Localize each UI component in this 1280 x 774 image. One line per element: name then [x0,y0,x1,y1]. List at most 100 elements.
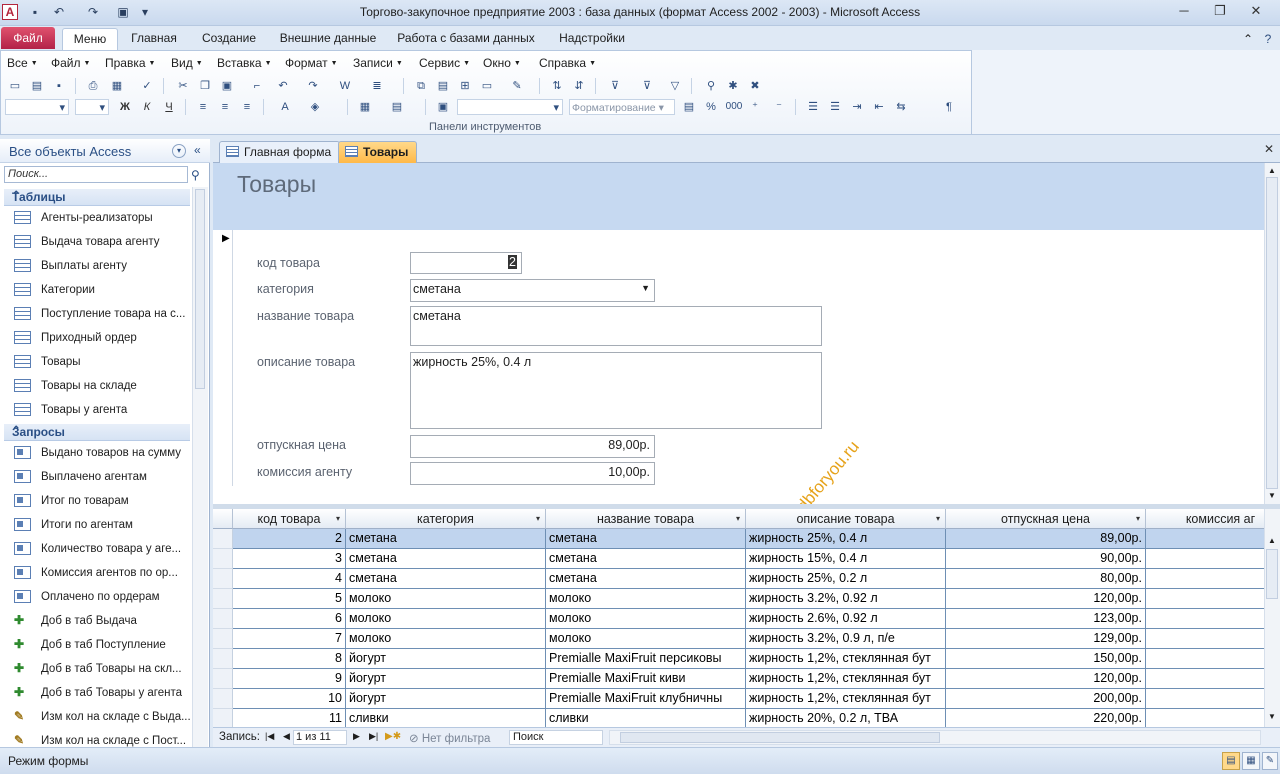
row-selector[interactable] [213,669,233,689]
scroll-up-icon[interactable]: ▲ [1268,536,1276,545]
column-header[interactable]: код товара ▾ [233,509,346,529]
table-cell[interactable]: молоко [546,609,746,629]
collapse-icon[interactable]: ⌃ [12,190,182,201]
nav-section-tables[interactable]: Таблицы ⌃ [4,189,190,206]
nav-item-query[interactable]: ✚ Доб в таб Выдача [14,610,190,632]
table-cell[interactable]: жирность 25%, 0.4 л [746,529,946,549]
dropdown-arrow-icon[interactable]: ▼ [641,283,650,293]
table-cell[interactable]: 9 [233,669,346,689]
tab-addins[interactable]: Надстройки [552,28,632,50]
table-cell[interactable]: 2 [233,529,346,549]
record-search-input[interactable]: Поиск [509,730,603,745]
table-row[interactable]: 2 сметана сметана жирность 25%, 0.4 л 89,00р… [213,529,1264,549]
table-cell[interactable]: молоко [346,629,546,649]
bold-icon[interactable]: Ж [117,99,133,115]
row-selector[interactable] [213,529,233,549]
tab-database-tools[interactable]: Работа с базами данных [396,28,536,50]
table-cell[interactable]: сметана [546,569,746,589]
table-cell[interactable]: йогурт [346,669,546,689]
table-cell[interactable]: йогурт [346,649,546,669]
table-cell[interactable] [1146,609,1264,629]
menu-window[interactable]: Окно ▼ [483,56,521,70]
field-category[interactable]: сметана ▼ [410,279,655,302]
scroll-down-icon[interactable]: ▼ [1268,712,1276,721]
print-icon[interactable]: ⎙ [85,78,101,94]
first-record-icon[interactable]: |◀ [265,731,274,742]
table-cell[interactable]: сметана [346,569,546,589]
tab-main-form[interactable]: Главная форма [219,141,341,163]
table-cell[interactable]: жирность 2.6%, 0.92 л [746,609,946,629]
table-cell[interactable]: 8 [233,649,346,669]
table-cell[interactable]: 129,00р. [946,629,1146,649]
analyze-icon[interactable]: ≣ [369,78,385,94]
nav-item-table[interactable]: Агенты-реализаторы [14,207,190,229]
table-cell[interactable]: 90,00р. [946,549,1146,569]
table-row[interactable]: 4 сметана сметана жирность 25%, 0.2 л 80,00р… [213,569,1264,589]
maximize-icon[interactable]: ❐ [1202,0,1238,24]
rtl-icon[interactable]: ⇆ [893,99,909,115]
autoformat-icon[interactable]: ✎ [509,78,525,94]
nav-item-query[interactable]: ✎ Изм кол на складе с Выда... [14,706,190,728]
table-row[interactable]: 7 молоко молоко жирность 3.2%, 0.9 л, п/е 12… [213,629,1264,649]
alternate-fill-icon[interactable]: ▤ [389,99,405,115]
table-cell[interactable] [1146,709,1264,727]
form-scrollbar[interactable]: ▲ ▼ [1264,163,1280,504]
row-selector[interactable] [213,569,233,589]
increase-decimals-icon[interactable]: ⁺ [747,99,763,115]
table-cell[interactable] [1146,649,1264,669]
table-cell[interactable] [1146,569,1264,589]
delete-record-icon[interactable]: ✖ [747,78,763,94]
table-cell[interactable]: Premialle MaxiFruit клубничны [546,689,746,709]
horizontal-scroll-thumb[interactable] [620,732,940,743]
paste-icon[interactable]: ▣ [219,78,235,94]
undo-icon[interactable]: ↶ [275,78,291,94]
table-cell[interactable]: молоко [346,589,546,609]
table-cell[interactable]: 220,00р. [946,709,1146,727]
table-cell[interactable]: 89,00р. [946,529,1146,549]
preview-icon[interactable]: ▦ [109,78,125,94]
form-view-icon[interactable]: ▤ [1222,752,1240,770]
percent-icon[interactable]: % [703,99,719,115]
tab-goods[interactable]: Товары [338,141,418,163]
nav-item-query[interactable]: ✚ Доб в таб Поступление [14,634,190,656]
menu-all[interactable]: Все ▼ [7,56,38,70]
column-header[interactable]: отпускная цена ▾ [946,509,1146,529]
help-collapse-icon[interactable]: ⌃ [1240,29,1256,51]
table-row[interactable]: 5 молоко молоко жирность 3.2%, 0.92 л 120,00… [213,589,1264,609]
table-cell[interactable]: сливки [546,709,746,727]
table-cell[interactable]: жирность 1,2%, стеклянная бут [746,669,946,689]
column-header[interactable]: категория ▾ [346,509,546,529]
table-row[interactable]: 6 молоко молоко жирность 2.6%, 0.92 л 123,00… [213,609,1264,629]
table-cell[interactable]: 123,00р. [946,609,1146,629]
form-scroll-thumb[interactable] [1266,177,1278,489]
nav-item-table[interactable]: Приходный ордер [14,327,190,349]
row-selector[interactable] [213,589,233,609]
collapse-icon[interactable]: ⌃ [12,425,182,436]
table-cell[interactable]: 4 [233,569,346,589]
design-view-icon[interactable]: ✎ [1262,752,1278,770]
nav-item-query[interactable]: ✚ Доб в таб Товары у агента [14,682,190,704]
menu-format[interactable]: Формат ▼ [285,56,338,70]
format-painter-icon[interactable]: ⌐ [249,78,265,94]
table-cell[interactable]: Premialle MaxiFruit персиковы [546,649,746,669]
table-cell[interactable]: 80,00р. [946,569,1146,589]
table-cell[interactable]: жирность 15%, 0.4 л [746,549,946,569]
table-cell[interactable] [1146,529,1264,549]
table-cell[interactable] [1146,629,1264,649]
office-links-icon[interactable]: W [337,78,353,94]
menu-records[interactable]: Записи ▼ [353,56,403,70]
nav-item-query[interactable]: Выплачено агентам [14,466,190,488]
row-selector[interactable] [213,549,233,569]
field-commission[interactable]: 10,00р. [410,462,655,485]
table-cell[interactable] [1146,589,1264,609]
sort-descending-icon[interactable]: ⇵ [571,78,587,94]
row-selector[interactable] [213,609,233,629]
align-right-icon[interactable]: ≡ [239,99,255,115]
table-cell[interactable]: 120,00р. [946,669,1146,689]
format-dropdown[interactable]: Форматирование ▾ [569,99,675,115]
column-filter-icon[interactable]: ▾ [1136,509,1140,528]
relationships-icon[interactable]: ⧉ [413,78,429,94]
table-row[interactable]: 3 сметана сметана жирность 15%, 0.4 л 90,00р… [213,549,1264,569]
menu-help[interactable]: Справка ▼ [539,56,596,70]
table-cell[interactable]: 6 [233,609,346,629]
